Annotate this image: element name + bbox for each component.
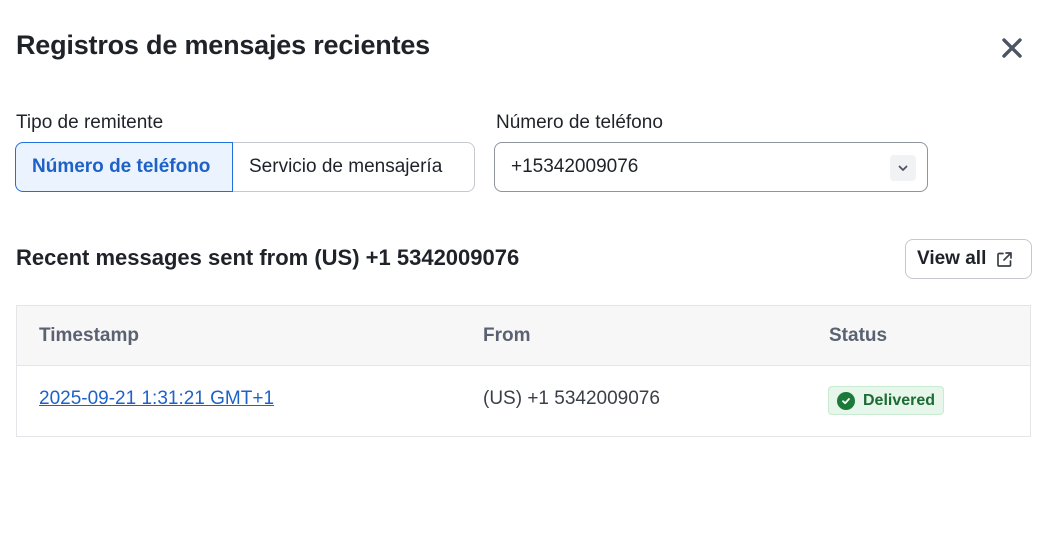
table-header: Timestamp From Status <box>17 306 1030 366</box>
view-all-button[interactable]: View all <box>905 239 1032 279</box>
external-link-icon <box>996 251 1013 268</box>
recent-messages-title: Recent messages sent from (US) +1 534200… <box>16 245 520 270</box>
sender-type-phone-button[interactable]: Número de teléfono <box>15 142 233 192</box>
view-all-label: View all <box>917 248 987 269</box>
sender-type-label: Tipo de remitente <box>16 112 164 133</box>
sender-type-toggle: Número de teléfono Servicio de mensajerí… <box>15 142 475 192</box>
phone-number-value: +15342009076 <box>511 156 639 177</box>
table-row: 2025-09-21 1:31:21 GMT+1 (US) +1 5342009… <box>17 366 1030 436</box>
from-cell: (US) +1 5342009076 <box>483 388 660 409</box>
messages-table: Timestamp From Status 2025-09-21 1:31:21… <box>16 305 1031 437</box>
timestamp-link[interactable]: 2025-09-21 1:31:21 GMT+1 <box>39 388 274 410</box>
sender-type-messaging-service-button[interactable]: Servicio de mensajería <box>233 142 475 192</box>
dialog-title: Registros de mensajes recientes <box>16 30 431 60</box>
phone-number-select[interactable]: +15342009076 <box>494 142 928 192</box>
check-circle-icon <box>837 391 855 410</box>
column-header-from: From <box>483 325 531 346</box>
close-button[interactable] <box>994 30 1030 66</box>
status-label: Delivered <box>863 391 936 409</box>
phone-number-label: Número de teléfono <box>496 112 663 133</box>
status-badge: Delivered <box>828 386 945 415</box>
column-header-timestamp: Timestamp <box>39 325 139 346</box>
column-header-status: Status <box>829 325 888 346</box>
chevron-down-icon <box>890 155 916 181</box>
close-icon <box>1002 38 1022 58</box>
